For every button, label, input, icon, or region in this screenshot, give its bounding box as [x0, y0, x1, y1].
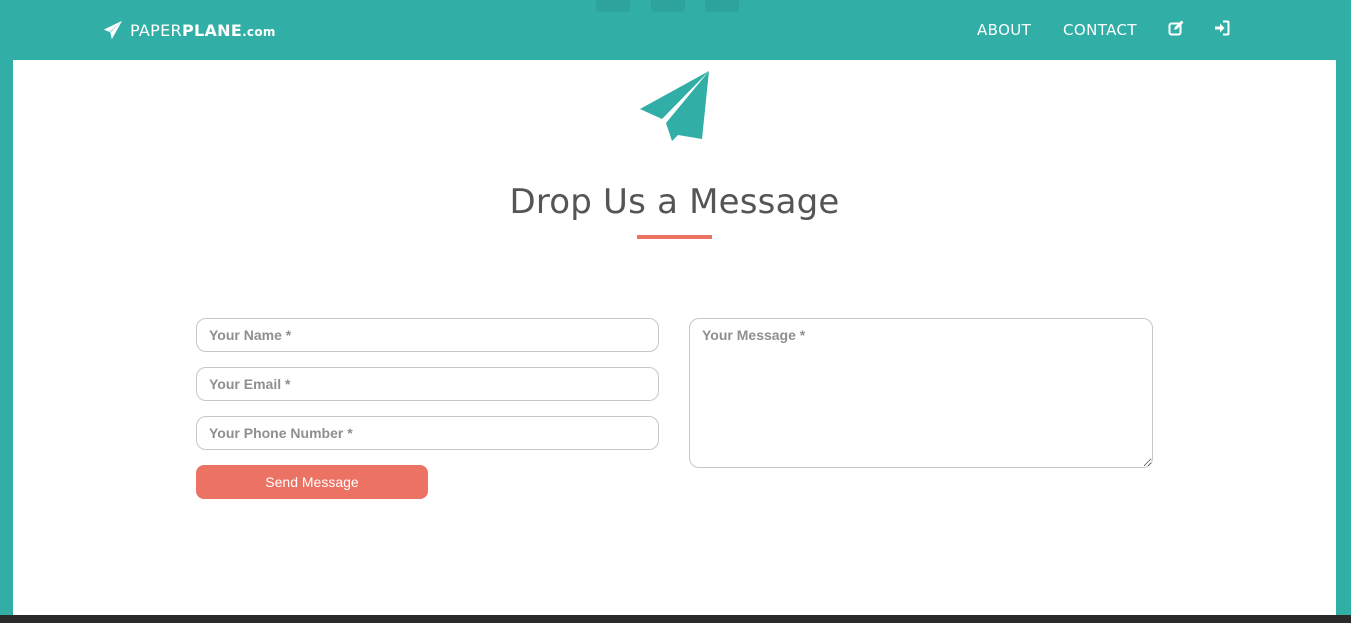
- paper-plane-icon: [640, 71, 709, 141]
- phone-input[interactable]: [196, 416, 659, 450]
- facebook-icon: [596, 0, 630, 12]
- brand-name-light: PAPER: [130, 20, 182, 40]
- edit-icon[interactable]: [1168, 20, 1184, 36]
- nav-about-link[interactable]: ABOUT: [977, 21, 1031, 39]
- paper-plane-icon: [103, 20, 123, 40]
- footer-bar: [0, 615, 1351, 623]
- linkedin-icon: [705, 0, 739, 12]
- name-input[interactable]: [196, 318, 659, 352]
- message-textarea[interactable]: [689, 318, 1153, 468]
- title-underline: [637, 235, 712, 239]
- login-icon[interactable]: [1214, 20, 1230, 36]
- page-title: Drop Us a Message: [509, 182, 840, 222]
- nav-contact-link[interactable]: CONTACT: [1063, 21, 1137, 39]
- contact-panel: Drop Us a Message Send Message: [13, 60, 1336, 615]
- email-input[interactable]: [196, 367, 659, 401]
- brand-home-link[interactable]: PAPER PLANE .com: [103, 19, 276, 41]
- twitter-icon: [651, 0, 685, 12]
- navbar: PAPER PLANE .com ABOUT CONTACT: [0, 0, 1351, 60]
- brand-domain-suffix: .com: [242, 24, 276, 39]
- brand-name-bold: PLANE: [181, 20, 243, 40]
- send-message-button[interactable]: Send Message: [196, 465, 428, 499]
